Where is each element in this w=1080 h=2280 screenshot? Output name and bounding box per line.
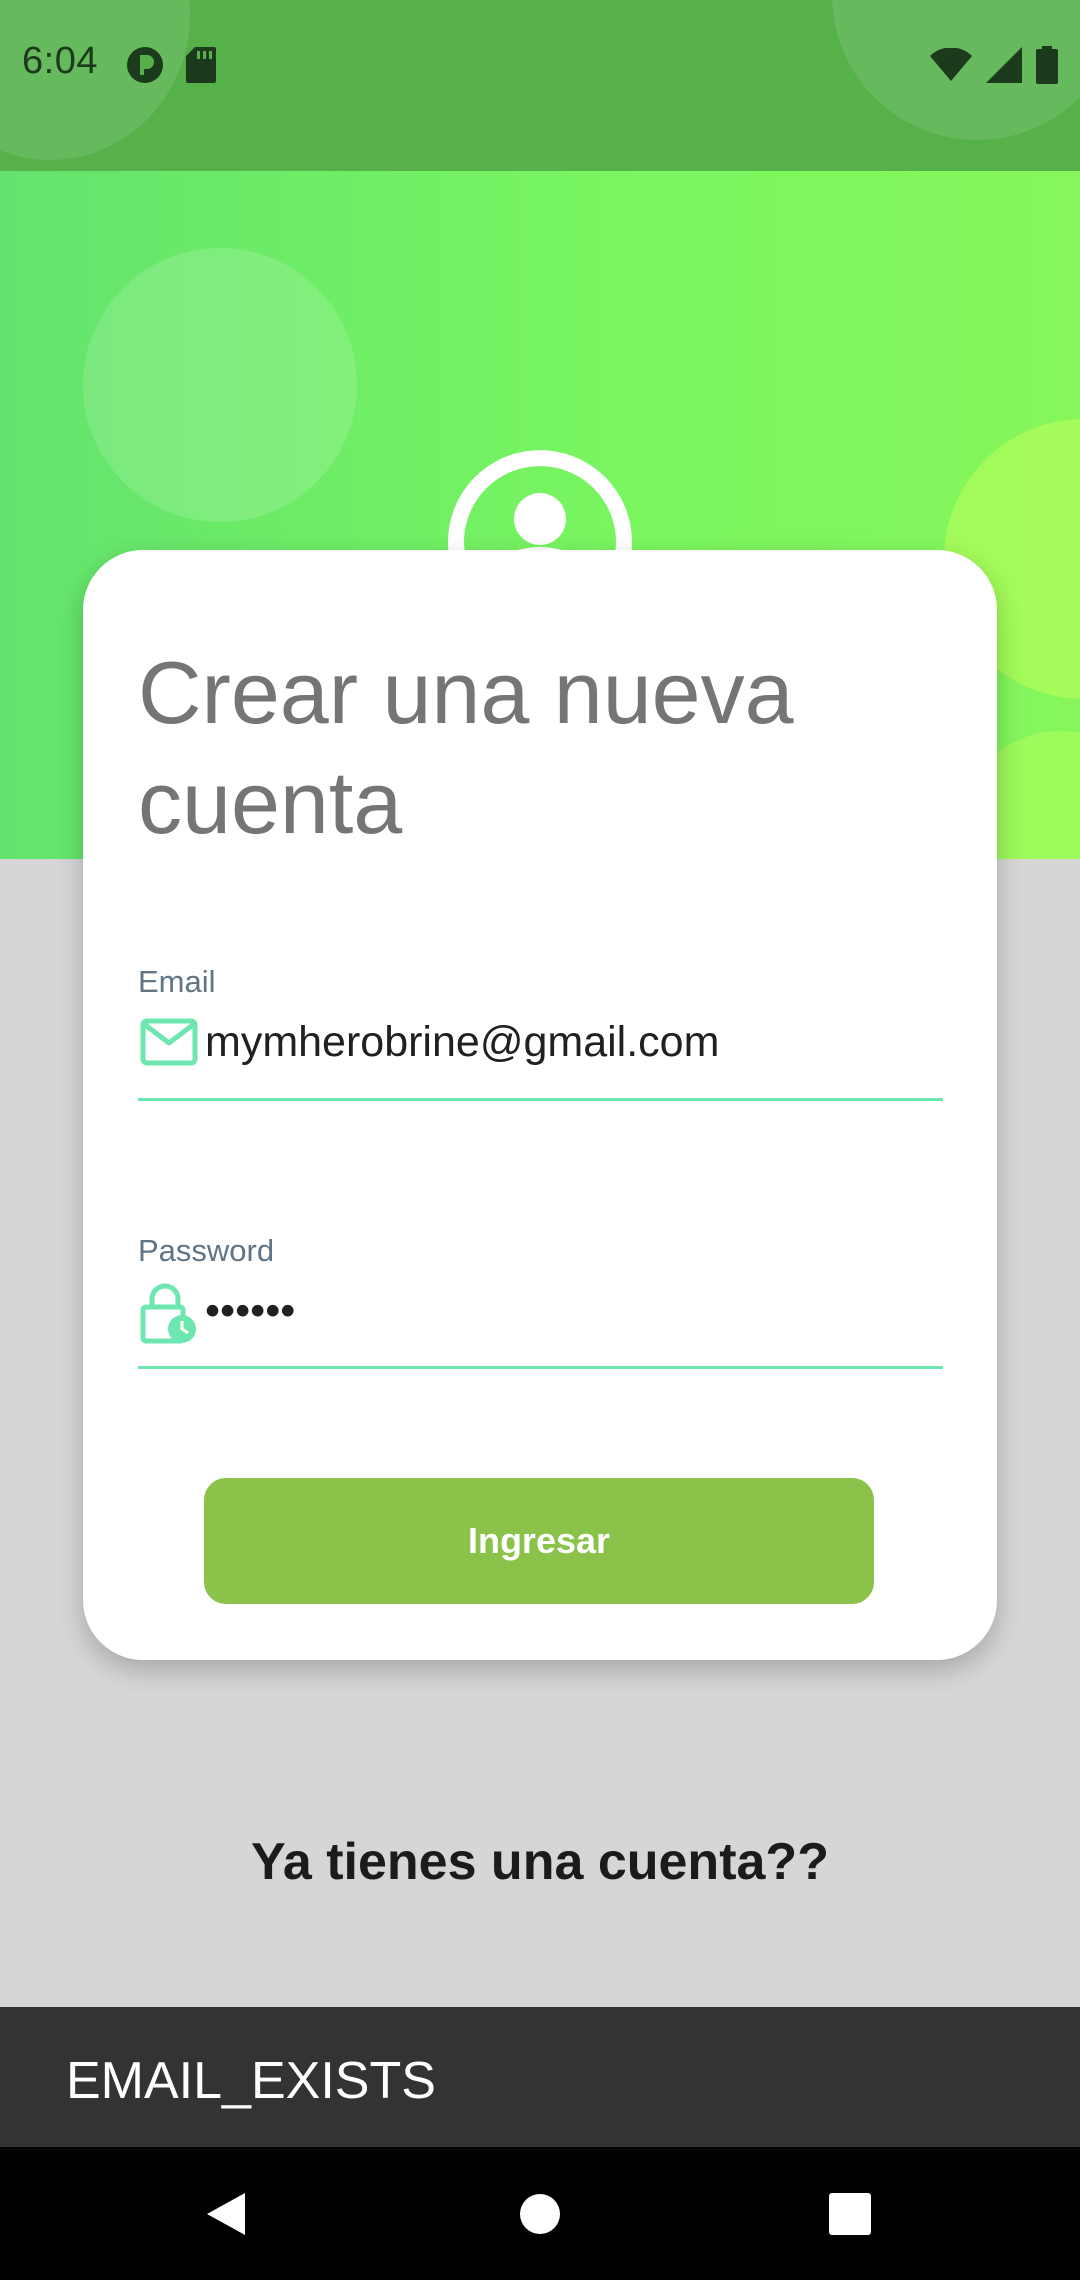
- status-time: 6:04: [22, 40, 98, 82]
- snackbar: EMAIL_EXISTS: [0, 2007, 1080, 2147]
- login-link[interactable]: Ya tienes una cuenta??: [0, 1832, 1080, 1892]
- password-label: Password: [138, 1233, 275, 1268]
- recents-icon: [829, 2192, 871, 2235]
- sd-card-icon: [186, 47, 216, 83]
- decorative-bubble: [83, 248, 357, 522]
- email-label: Email: [138, 964, 216, 999]
- recents-button[interactable]: [770, 2147, 930, 2280]
- home-icon: [520, 2193, 560, 2234]
- signup-card: Crear una nueva cuenta Email mymherobrin…: [83, 550, 997, 1660]
- email-input[interactable]: mymherobrine@gmail.com: [205, 1018, 719, 1067]
- page-title: Crear una nueva cuenta: [138, 643, 794, 852]
- ingresar-button[interactable]: Ingresar: [204, 1478, 874, 1604]
- password-underline: [138, 1366, 943, 1369]
- wifi-icon: [930, 48, 972, 81]
- email-underline: [138, 1098, 943, 1101]
- navigation-bar: [0, 2147, 1080, 2280]
- status-bar: 6:04: [0, 0, 1080, 171]
- battery-icon: [1036, 46, 1058, 84]
- home-button[interactable]: [460, 2147, 620, 2280]
- record-icon: [127, 47, 163, 83]
- mail-icon: [140, 1018, 198, 1066]
- lock-clock-icon: [140, 1283, 196, 1344]
- snackbar-message: EMAIL_EXISTS: [66, 2052, 436, 2110]
- cellular-signal-icon: [986, 47, 1022, 83]
- back-icon: [207, 2192, 245, 2235]
- password-input[interactable]: ••••••: [205, 1287, 295, 1336]
- back-button[interactable]: [146, 2147, 306, 2280]
